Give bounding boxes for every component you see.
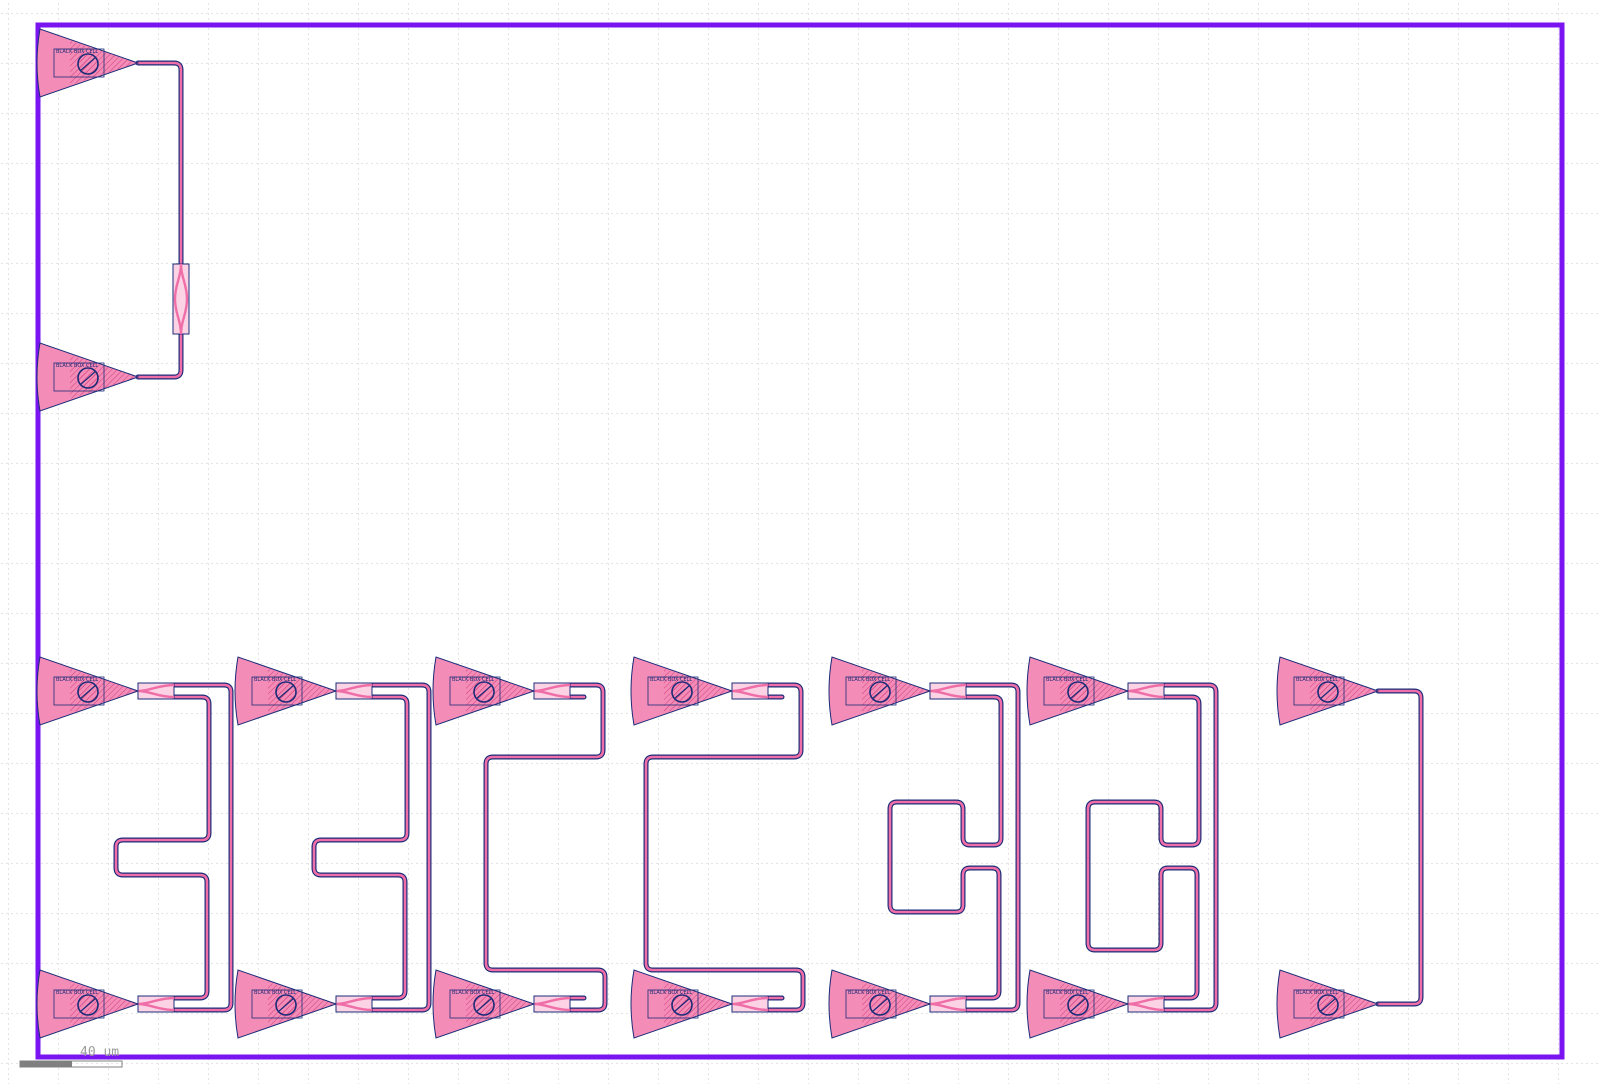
black-box-cell-label: BLACK BOX CELL xyxy=(1296,990,1338,996)
black-box-cell-label: BLACK BOX CELL xyxy=(650,990,692,996)
device-6-splitter-bottom[interactable] xyxy=(1127,995,1165,1013)
device-4-splitter-bottom[interactable] xyxy=(731,995,769,1013)
black-box-cell-label: BLACK BOX CELL xyxy=(254,677,296,683)
device-1-splitter-top[interactable] xyxy=(137,682,175,700)
device-2-splitter-bottom[interactable] xyxy=(335,995,373,1013)
black-box-cell-label: BLACK BOX CELL xyxy=(56,49,98,55)
device-5-splitter-top[interactable] xyxy=(929,682,967,700)
black-box-cell-label: BLACK BOX CELL xyxy=(1046,990,1088,996)
device-2-splitter-top[interactable] xyxy=(335,682,373,700)
black-box-cell-label: BLACK BOX CELL xyxy=(452,990,494,996)
grid-background xyxy=(0,0,1600,1084)
layout-canvas[interactable]: BLACK BOX CELL BLACK BOX CELL BLACK BOX CE… xyxy=(0,0,1600,1084)
black-box-cell-label: BLACK BOX CELL xyxy=(1046,677,1088,683)
black-box-cell-label: BLACK BOX CELL xyxy=(56,363,98,369)
device-3-splitter-top[interactable] xyxy=(533,682,571,700)
device-3-splitter-bottom[interactable] xyxy=(533,995,571,1013)
black-box-cell-label: BLACK BOX CELL xyxy=(650,677,692,683)
black-box-cell-label: BLACK BOX CELL xyxy=(254,990,296,996)
black-box-cell-label: BLACK BOX CELL xyxy=(848,677,890,683)
device-4-splitter-top[interactable] xyxy=(731,682,769,700)
black-box-cell-label: BLACK BOX CELL xyxy=(848,990,890,996)
scale-bar-label: 40 um xyxy=(80,1045,119,1060)
scale-bar-filled xyxy=(20,1061,72,1067)
black-box-cell-label: BLACK BOX CELL xyxy=(56,990,98,996)
top-mzi[interactable] xyxy=(172,263,190,335)
black-box-cell-label: BLACK BOX CELL xyxy=(1296,677,1338,683)
black-box-cell-label: BLACK BOX CELL xyxy=(56,677,98,683)
device-6-splitter-top[interactable] xyxy=(1127,682,1165,700)
device-5-splitter-bottom[interactable] xyxy=(929,995,967,1013)
device-1-splitter-bottom[interactable] xyxy=(137,995,175,1013)
black-box-cell-label: BLACK BOX CELL xyxy=(452,677,494,683)
